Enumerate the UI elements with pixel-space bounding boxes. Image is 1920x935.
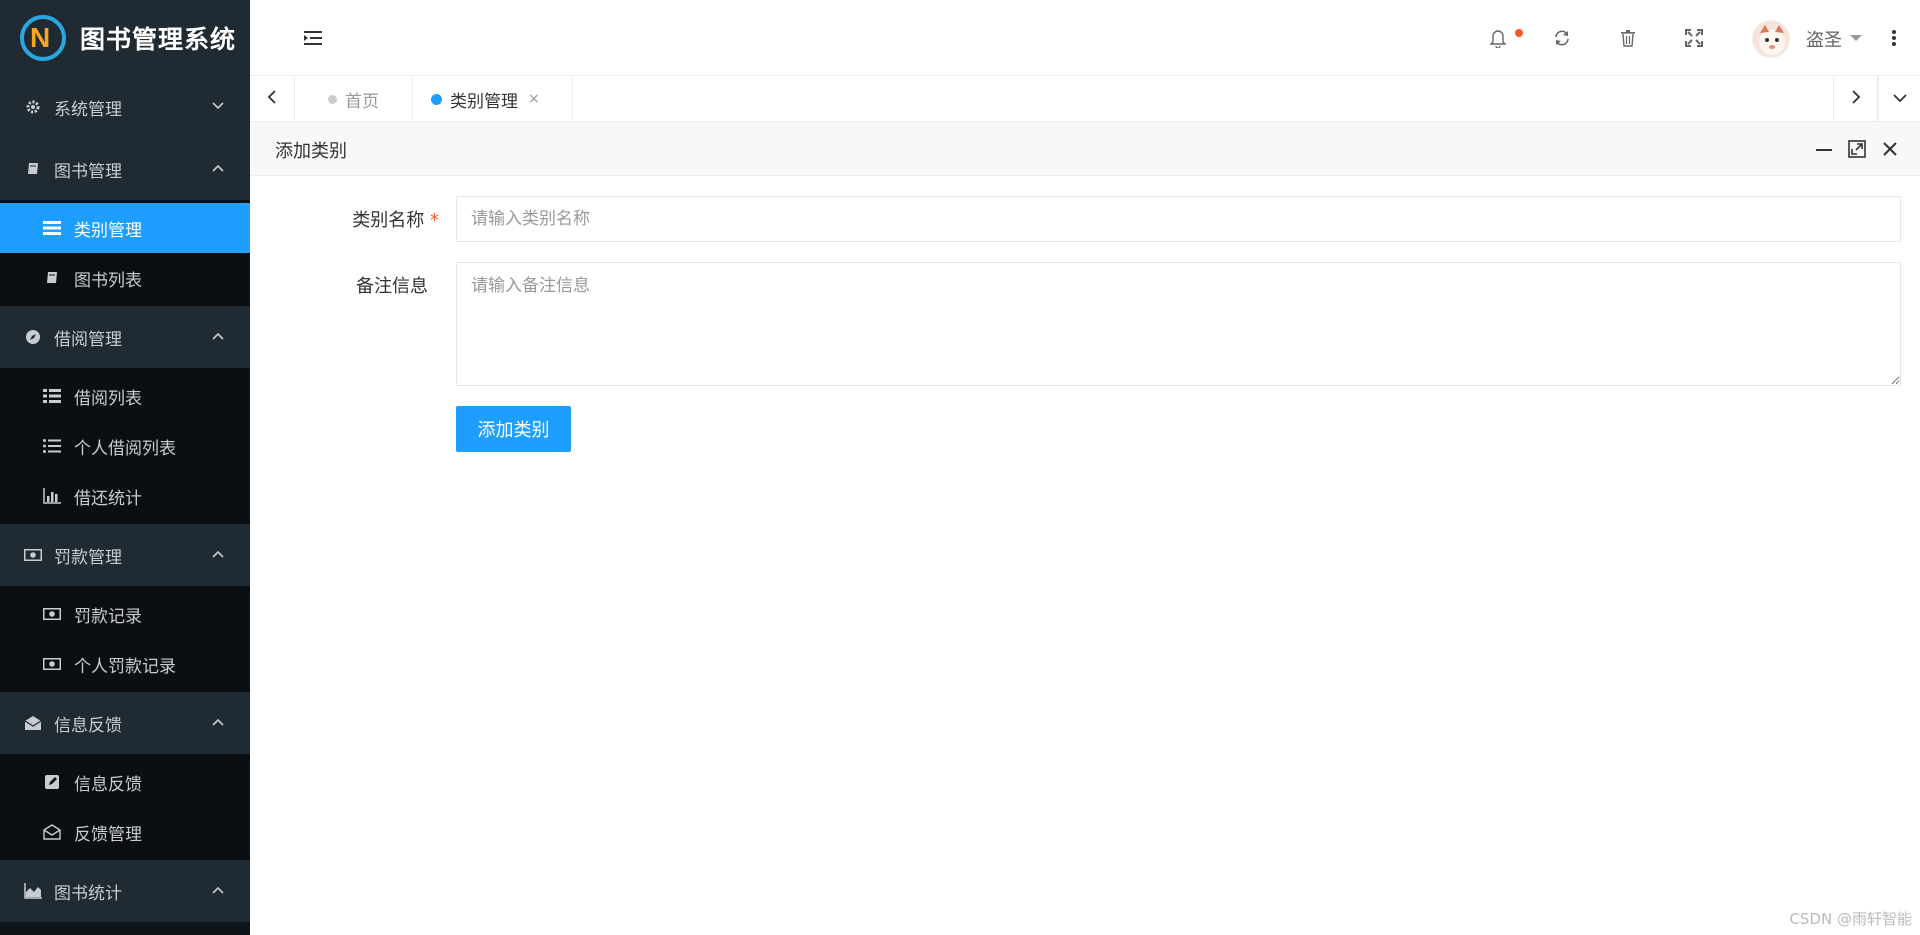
- layer-title-bar: 添加类别: [250, 122, 1920, 176]
- sidebar-item-label: 个人借阅列表: [74, 438, 176, 459]
- bar-chart-icon: [42, 487, 62, 505]
- sidebar-group-label: 借阅管理: [54, 329, 122, 350]
- chevron-down-icon: [1892, 89, 1908, 109]
- submenu-books: 类别管理 图书列表: [0, 200, 250, 306]
- tab-category-management[interactable]: 类别管理 ×: [413, 76, 573, 122]
- sidebar-group-label: 系统管理: [54, 99, 122, 120]
- envelope-open-icon: [24, 714, 42, 732]
- bullet-list-icon: [42, 437, 62, 455]
- tab-label: 类别管理: [450, 91, 518, 112]
- sidebar-group-books[interactable]: 图书管理: [0, 138, 250, 200]
- avatar[interactable]: [1752, 20, 1790, 58]
- chevron-up-icon: [210, 328, 226, 344]
- top-header: 盗圣: [250, 0, 1920, 76]
- sidebar-group-label: 图书统计: [54, 883, 122, 904]
- app-title: 图书管理系统: [80, 25, 237, 54]
- remark-textarea[interactable]: [456, 262, 1901, 386]
- compass-icon: [24, 328, 42, 346]
- submenu-feedback: 信息反馈 反馈管理: [0, 754, 250, 860]
- chevron-right-icon: [1850, 89, 1862, 110]
- sidebar-item-label: 借还统计: [74, 488, 142, 509]
- chevron-down-icon: [210, 98, 226, 114]
- sidebar-group-book-stats[interactable]: 图书统计: [0, 860, 250, 922]
- sidebar-group-label: 罚款管理: [54, 547, 122, 568]
- sidebar-item-label: 借阅列表: [74, 388, 142, 409]
- submenu-fines: 罚款记录 个人罚款记录: [0, 586, 250, 692]
- category-name-label: 类别名称 *: [352, 210, 439, 231]
- close-icon[interactable]: [1880, 139, 1900, 159]
- chevron-up-icon: [210, 714, 226, 730]
- sidebar-item-personal-fine-records[interactable]: 个人罚款记录: [0, 639, 250, 689]
- trash-icon[interactable]: [1616, 26, 1640, 50]
- notification-dot: [1515, 29, 1523, 37]
- sidebar-group-fines[interactable]: 罚款管理: [0, 524, 250, 586]
- gear-icon: [24, 98, 42, 116]
- tab-scroll-left-button[interactable]: [250, 76, 295, 122]
- chevron-up-icon: [210, 882, 226, 898]
- money-icon: [24, 546, 42, 564]
- minimize-icon[interactable]: [1814, 139, 1834, 159]
- panel-title: 添加类别: [275, 141, 347, 162]
- sidebar-item-category-management[interactable]: 类别管理: [0, 203, 250, 253]
- fullscreen-icon[interactable]: [1682, 26, 1706, 50]
- tab-scroll-right-button[interactable]: [1833, 76, 1878, 122]
- sidebar-item-personal-borrow-list[interactable]: 个人借阅列表: [0, 421, 250, 471]
- tab-options-button[interactable]: [1878, 76, 1920, 122]
- area-chart-icon: [24, 882, 42, 900]
- close-icon[interactable]: ×: [528, 91, 540, 107]
- book-icon: [42, 269, 62, 287]
- tab-home[interactable]: 首页: [295, 76, 413, 122]
- sidebar-group-label: 图书管理: [54, 161, 122, 182]
- sidebar-item-feedback-management[interactable]: 反馈管理: [0, 807, 250, 857]
- sidebar-item-borrow-list[interactable]: 借阅列表: [0, 371, 250, 421]
- envelope-outline-icon: [42, 823, 62, 841]
- tab-status-dot: [328, 94, 337, 104]
- logo[interactable]: N 图书管理系统: [0, 0, 250, 76]
- maximize-icon[interactable]: [1847, 139, 1867, 159]
- money-icon: [42, 605, 62, 623]
- bell-icon[interactable]: [1486, 26, 1510, 50]
- tab-status-dot: [431, 93, 442, 105]
- tab-label: 首页: [345, 91, 379, 112]
- list-icon: [42, 219, 62, 237]
- add-category-button[interactable]: 添加类别: [456, 406, 571, 452]
- sidebar-item-book-list[interactable]: 图书列表: [0, 253, 250, 303]
- menu-toggle-icon[interactable]: [302, 28, 324, 48]
- refresh-icon[interactable]: [1550, 26, 1574, 50]
- sidebar-group-system[interactable]: 系统管理: [0, 76, 250, 138]
- sidebar-item-label: 类别管理: [74, 220, 142, 241]
- category-name-input[interactable]: [456, 196, 1901, 242]
- chevron-up-icon: [210, 160, 226, 176]
- table-list-icon: [42, 387, 62, 405]
- remark-label: 备注信息: [356, 276, 428, 297]
- logo-icon: N: [20, 15, 66, 61]
- sidebar: N 图书管理系统 系统管理 图书管理 类别管理 图书列表 借阅管理 借阅列表 个…: [0, 0, 250, 935]
- sidebar-item-label: 反馈管理: [74, 824, 142, 845]
- sidebar-item-label: 信息反馈: [74, 774, 142, 795]
- required-mark: *: [430, 210, 439, 231]
- sidebar-item-submit-feedback[interactable]: 信息反馈: [0, 757, 250, 807]
- sidebar-item-label: 罚款记录: [74, 606, 142, 627]
- edit-icon: [42, 773, 62, 791]
- watermark: CSDN @雨轩智能: [1789, 910, 1912, 928]
- sidebar-item-fine-records[interactable]: 罚款记录: [0, 589, 250, 639]
- username[interactable]: 盗圣: [1806, 26, 1842, 52]
- sidebar-item-borrow-stats[interactable]: 借还统计: [0, 471, 250, 521]
- book-icon: [24, 160, 42, 178]
- more-vertical-icon[interactable]: [1882, 26, 1906, 50]
- submenu-borrow: 借阅列表 个人借阅列表 借还统计: [0, 368, 250, 524]
- sidebar-item-label: 个人罚款记录: [74, 656, 176, 677]
- chevron-up-icon: [210, 546, 226, 562]
- caret-down-icon[interactable]: [1850, 35, 1862, 41]
- tab-bar: 首页 类别管理 ×: [250, 76, 1920, 122]
- sidebar-group-borrow[interactable]: 借阅管理: [0, 306, 250, 368]
- chevron-left-icon: [266, 89, 278, 110]
- sidebar-item-label: 图书列表: [74, 270, 142, 291]
- money-icon: [42, 655, 62, 673]
- sidebar-group-label: 信息反馈: [54, 715, 122, 736]
- sidebar-group-feedback[interactable]: 信息反馈: [0, 692, 250, 754]
